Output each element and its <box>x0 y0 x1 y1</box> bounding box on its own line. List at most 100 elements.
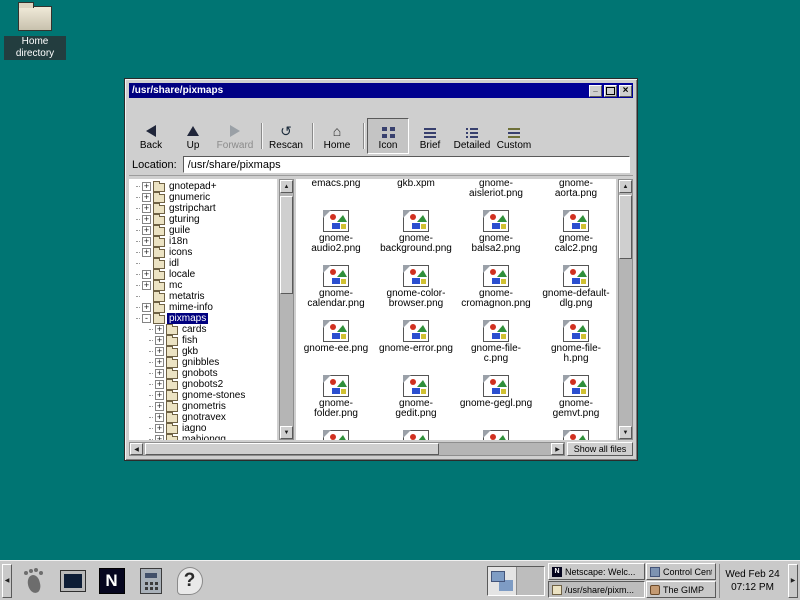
tree-item-gnome-stones[interactable]: + gnome-stones <box>149 390 277 401</box>
tree-item-metatris[interactable]: metatris <box>136 291 277 302</box>
tree-expander-icon[interactable]: + <box>142 270 151 279</box>
scroll-right-icon[interactable]: ▶ <box>551 443 564 455</box>
menu-edit[interactable] <box>146 106 160 110</box>
tree-item-locale[interactable]: + locale <box>136 269 277 280</box>
tree-expander-icon[interactable]: + <box>142 248 151 257</box>
file-gnome-aisleriot-png[interactable]: gnome-aisleriot.png <box>456 179 536 210</box>
toolbar-button-up[interactable]: Up <box>172 118 214 154</box>
launcher-keypad[interactable] <box>132 564 169 598</box>
tree-item-iagno[interactable]: + iagno <box>149 423 277 434</box>
tree-expander-icon[interactable]: + <box>155 424 164 433</box>
tree-expander-icon[interactable]: + <box>155 369 164 378</box>
tree-item-gkb[interactable]: + gkb <box>149 346 277 357</box>
toolbar-button-5[interactable] <box>307 118 316 154</box>
tree-expander-icon[interactable]: + <box>142 182 151 191</box>
task-usr-share-pixm[interactable]: /usr/share/pixm... <box>548 581 645 598</box>
tree-item-gnobots[interactable]: + gnobots <box>149 368 277 379</box>
tree-expander-icon[interactable]: + <box>155 358 164 367</box>
panel-hide-right-button[interactable]: ▶ <box>788 564 798 598</box>
file-gnome-error-png[interactable]: gnome-error.png <box>376 320 456 375</box>
maximize-button[interactable] <box>604 85 617 97</box>
task-the-gimp[interactable]: The GIMP <box>646 581 716 598</box>
tree-item-gstripchart[interactable]: + gstripchart <box>136 203 277 214</box>
launcher-netscape[interactable] <box>93 564 130 598</box>
icon-view-scrollbar[interactable]: ▲ ▼ <box>618 179 633 440</box>
tree-item-mc[interactable]: + mc <box>136 280 277 291</box>
tree-item-cards[interactable]: + cards <box>149 324 277 335</box>
tree-item-gturing[interactable]: + gturing <box>136 214 277 225</box>
window-titlebar[interactable]: /usr/share/pixmaps <box>129 83 633 98</box>
tree-expander-icon[interactable]: + <box>155 347 164 356</box>
tree-expander-icon[interactable]: + <box>142 193 151 202</box>
toolbar-button-3[interactable] <box>256 118 265 154</box>
file-gkb-xpm[interactable]: gkb.xpm <box>376 179 456 210</box>
file-gnome-ee-png[interactable]: gnome-ee.png <box>296 320 376 375</box>
pager-desk-2[interactable] <box>516 567 545 595</box>
tree-scrollbar[interactable]: ▲ ▼ <box>279 179 294 440</box>
tree-scroll-thumb[interactable] <box>280 196 293 294</box>
tree-expander-icon[interactable]: + <box>155 402 164 411</box>
file-emacs-png[interactable]: emacs.png <box>296 179 376 210</box>
tree-expander-icon[interactable]: + <box>155 380 164 389</box>
close-button[interactable] <box>619 85 632 97</box>
tree-expander-icon[interactable]: + <box>142 237 151 246</box>
panel-hide-left-button[interactable]: ◀ <box>2 564 12 598</box>
scroll-up-icon[interactable]: ▲ <box>619 180 632 193</box>
tree-item-pixmaps[interactable]: - pixmaps <box>136 313 277 324</box>
tree-item-gnibbles[interactable]: + gnibbles <box>149 357 277 368</box>
tree-expander-icon[interactable]: + <box>155 325 164 334</box>
file-gnome-file-c-png[interactable]: gnome-file-c.png <box>456 320 536 375</box>
file-gnome-calendar-png[interactable]: gnome-calendar.png <box>296 265 376 320</box>
tree-expander-icon[interactable]: + <box>155 336 164 345</box>
tree-expander-icon[interactable]: + <box>142 215 151 224</box>
launcher-terminal[interactable] <box>54 564 91 598</box>
toolbar-button-detailed[interactable]: Detailed <box>451 118 493 154</box>
file-22[interactable] <box>456 430 536 440</box>
file-gnome-gedit-png[interactable]: gnome-gedit.png <box>376 375 456 430</box>
show-all-files-button[interactable]: Show all files <box>567 442 633 456</box>
minimize-button[interactable] <box>589 85 602 97</box>
menu-commands[interactable] <box>174 106 188 110</box>
horizontal-scrollbar[interactable]: ◀ ▶ <box>129 442 565 456</box>
toolbar-button-custom[interactable]: Custom <box>493 118 535 154</box>
tree-item-fish[interactable]: + fish <box>149 335 277 346</box>
file-gnome-color-browser-png[interactable]: gnome-color-browser.png <box>376 265 456 320</box>
file-23[interactable] <box>536 430 616 440</box>
file-21[interactable] <box>376 430 456 440</box>
tree-item-icons[interactable]: + icons <box>136 247 277 258</box>
tree-expander-icon[interactable]: + <box>142 226 151 235</box>
menu-file[interactable] <box>132 106 146 110</box>
icon-view-scroll-thumb[interactable] <box>619 195 632 259</box>
toolbar-button-back[interactable]: Back <box>130 118 172 154</box>
tree-item-gnumeric[interactable]: + gnumeric <box>136 192 277 203</box>
horizontal-scroll-thumb[interactable] <box>145 443 439 455</box>
file-gnome-gegl-png[interactable]: gnome-gegl.png <box>456 375 536 430</box>
file-gnome-audio2-png[interactable]: gnome-audio2.png <box>296 210 376 265</box>
launcher-main-menu[interactable] <box>15 564 52 598</box>
file-gnome-aorta-png[interactable]: gnome-aorta.png <box>536 179 616 210</box>
tree-item-idl[interactable]: idl <box>136 258 277 269</box>
toolbar-button-forward[interactable]: Forward <box>214 118 256 154</box>
toolbar-button-home[interactable]: Home <box>316 118 358 154</box>
tree-item-guile[interactable]: + guile <box>136 225 277 236</box>
tree-item-gnobots2[interactable]: + gnobots2 <box>149 379 277 390</box>
toolbar-button-brief[interactable]: Brief <box>409 118 451 154</box>
file-20[interactable] <box>296 430 376 440</box>
tree-expander-icon[interactable]: + <box>142 303 151 312</box>
toolbar-button-rescan[interactable]: Rescan <box>265 118 307 154</box>
scroll-left-icon[interactable]: ◀ <box>130 443 143 455</box>
tree-expander-icon[interactable]: - <box>142 314 151 323</box>
tree-item-mime-info[interactable]: + mime-info <box>136 302 277 313</box>
scroll-down-icon[interactable]: ▼ <box>280 426 293 439</box>
tree-expander-icon[interactable]: + <box>155 391 164 400</box>
file-gnome-gemvt-png[interactable]: gnome-gemvt.png <box>536 375 616 430</box>
home-directory-desktop-icon[interactable]: Home directory <box>4 6 66 61</box>
location-input[interactable] <box>183 156 630 173</box>
task-control-center[interactable]: Control Center <box>646 563 716 580</box>
file-gnome-folder-png[interactable]: gnome-folder.png <box>296 375 376 430</box>
tree-item-gnotravex[interactable]: + gnotravex <box>149 412 277 423</box>
tree-expander-icon[interactable]: + <box>142 204 151 213</box>
menu-layout[interactable] <box>160 106 174 110</box>
scroll-down-icon[interactable]: ▼ <box>619 426 632 439</box>
tree-item-gnotepad+[interactable]: + gnotepad+ <box>136 181 277 192</box>
